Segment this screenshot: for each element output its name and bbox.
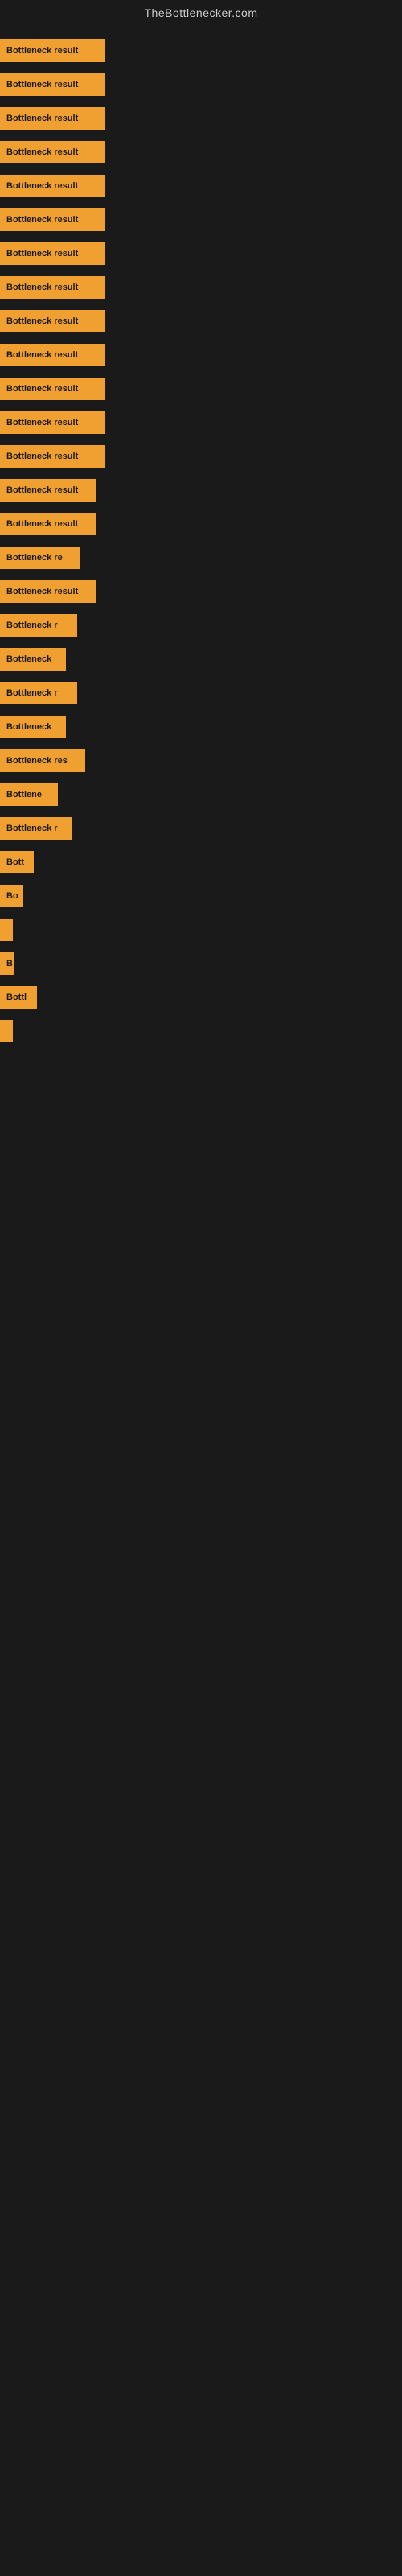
bar-row: Bottleneck result <box>0 372 402 406</box>
bar-row: Bottleneck result <box>0 270 402 304</box>
bar-label: Bottleneck <box>6 722 51 732</box>
bar-label: Bottleneck result <box>6 452 78 461</box>
bar-row: Bottleneck result <box>0 169 402 203</box>
bar-label: Bottleneck result <box>6 485 78 495</box>
bar-label: Bottleneck result <box>6 384 78 394</box>
bar-label: Bottleneck res <box>6 756 68 766</box>
bottleneck-bar: Bo <box>0 885 23 907</box>
bar-row <box>0 1251 402 1285</box>
bar-row: B <box>0 947 402 980</box>
bottleneck-bar: Bottleneck result <box>0 107 105 130</box>
bottleneck-bar: Bottleneck result <box>0 344 105 366</box>
bar-label: Bottleneck result <box>6 519 78 529</box>
bar-row <box>0 1285 402 1319</box>
bar-row <box>0 1150 402 1183</box>
bar-row: Bottleneck result <box>0 338 402 372</box>
bottleneck-bar: Bottleneck r <box>0 682 77 704</box>
bar-row: Bottl <box>0 980 402 1014</box>
bar-label: Bottleneck <box>6 654 51 664</box>
bar-row: Bottleneck re <box>0 541 402 575</box>
bottleneck-bar: Bottleneck result <box>0 411 105 434</box>
bottleneck-bar: Bottleneck result <box>0 513 96 535</box>
bar-label: Bottleneck r <box>6 688 58 698</box>
bar-label: Bott <box>6 857 24 867</box>
bar-row <box>0 1082 402 1116</box>
bar-label: Bottleneck result <box>6 215 78 225</box>
bar-row: Bottleneck result <box>0 135 402 169</box>
bar-row: Bottleneck r <box>0 676 402 710</box>
bar-row: Bottleneck r <box>0 811 402 845</box>
bar-label: Bottleneck r <box>6 824 58 833</box>
bar-row <box>0 1116 402 1150</box>
bottleneck-bar: Bottleneck result <box>0 73 105 96</box>
bottleneck-bar: Bottleneck re <box>0 547 80 569</box>
bar-row: Bottleneck result <box>0 304 402 338</box>
bar-label: Bottleneck result <box>6 147 78 157</box>
bar-row <box>0 1217 402 1251</box>
bottleneck-bar: Bottleneck result <box>0 141 105 163</box>
bottleneck-bar: Bottleneck result <box>0 175 105 197</box>
bottleneck-bar: Bottleneck <box>0 648 66 671</box>
bottleneck-bar: Bottl <box>0 986 37 1009</box>
bottleneck-bar <box>0 919 13 941</box>
bar-label: Bottleneck re <box>6 553 63 563</box>
bar-label: Bottleneck result <box>6 181 78 191</box>
bar-row: Bottleneck result <box>0 34 402 68</box>
bottleneck-bar: Bottleneck result <box>0 310 105 332</box>
bar-row: Bottleneck <box>0 710 402 744</box>
bar-row <box>0 913 402 947</box>
bar-label: Bottleneck result <box>6 114 78 123</box>
bar-row: Bottleneck r <box>0 609 402 642</box>
bar-label: Bottleneck result <box>6 80 78 89</box>
bottleneck-bar <box>0 1020 13 1042</box>
bottleneck-bar: Bottleneck result <box>0 580 96 603</box>
bar-label: B <box>6 959 13 968</box>
bar-row: Bottleneck result <box>0 203 402 237</box>
bar-row: Bottleneck result <box>0 575 402 609</box>
bottleneck-bar: Bottleneck result <box>0 445 105 468</box>
bottleneck-bar: Bottleneck result <box>0 378 105 400</box>
bottleneck-bar: Bottleneck result <box>0 276 105 299</box>
bar-row: Bottleneck result <box>0 101 402 135</box>
bar-row: Bottlene <box>0 778 402 811</box>
bar-label: Bottleneck result <box>6 46 78 56</box>
bottleneck-bar: Bottlene <box>0 783 58 806</box>
bars-container: Bottleneck result Bottleneck result Bottle… <box>0 26 402 1327</box>
site-title-container: TheBottlenecker.com <box>0 0 402 26</box>
bottleneck-bar: Bottleneck result <box>0 39 105 62</box>
bottleneck-bar: B <box>0 952 14 975</box>
bar-row: Bottleneck result <box>0 406 402 440</box>
bottleneck-bar: Bottleneck result <box>0 208 105 231</box>
bar-row: Bottleneck result <box>0 237 402 270</box>
bar-row: Bottleneck result <box>0 507 402 541</box>
bottleneck-bar: Bottleneck result <box>0 479 96 502</box>
bottleneck-bar: Bottleneck <box>0 716 66 738</box>
bar-row <box>0 1014 402 1048</box>
bar-label: Bottleneck result <box>6 249 78 258</box>
bottleneck-bar: Bottleneck r <box>0 614 77 637</box>
bottleneck-bar: Bottleneck result <box>0 242 105 265</box>
site-title: TheBottlenecker.com <box>0 0 402 26</box>
bar-label: Bottleneck r <box>6 621 58 630</box>
bar-row: Bo <box>0 879 402 913</box>
bar-label: Bo <box>6 891 18 901</box>
bottleneck-bar: Bottleneck r <box>0 817 72 840</box>
bar-label: Bottleneck result <box>6 587 78 597</box>
bar-label: Bottleneck result <box>6 316 78 326</box>
bar-row: Bottleneck <box>0 642 402 676</box>
bar-row: Bott <box>0 845 402 879</box>
bottleneck-bar: Bott <box>0 851 34 873</box>
bar-label: Bottleneck result <box>6 350 78 360</box>
bar-label: Bottlene <box>6 790 42 799</box>
bar-row <box>0 1048 402 1082</box>
bar-label: Bottleneck result <box>6 283 78 292</box>
bar-row: Bottleneck result <box>0 68 402 101</box>
bar-label: Bottl <box>6 993 27 1002</box>
bar-row: Bottleneck result <box>0 473 402 507</box>
bar-row: Bottleneck result <box>0 440 402 473</box>
bar-label: Bottleneck result <box>6 418 78 427</box>
bar-row: Bottleneck res <box>0 744 402 778</box>
bottleneck-bar: Bottleneck res <box>0 749 85 772</box>
bar-row <box>0 1183 402 1217</box>
